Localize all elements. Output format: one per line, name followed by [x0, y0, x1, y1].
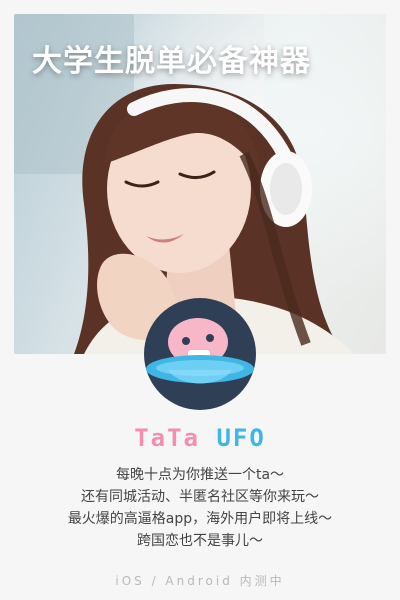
description-line: 最火爆的高逼格app，海外用户即将上线～	[67, 511, 333, 527]
description-block: 每晚十点为你推送一个ta～ 还有同城活动、半匿名社区等你来玩～ 最火爆的高逼格a…	[0, 464, 400, 552]
brand-wordmark: TaTa UFO	[0, 424, 400, 452]
headline: 大学生脱单必备神器	[32, 44, 311, 79]
description-line: 每晚十点为你推送一个ta～	[115, 467, 285, 483]
ufo-mascot-icon	[144, 298, 256, 410]
platform-status: iOS / Android 内测中	[115, 574, 285, 588]
app-logo	[140, 296, 260, 416]
brand-part-1: TaTa	[134, 424, 200, 452]
description-line: 跨国恋也不是事儿～	[137, 533, 263, 549]
description-line: 还有同城活动、半匿名社区等你来玩～	[81, 489, 319, 505]
brand-part-2: UFO	[216, 424, 266, 452]
